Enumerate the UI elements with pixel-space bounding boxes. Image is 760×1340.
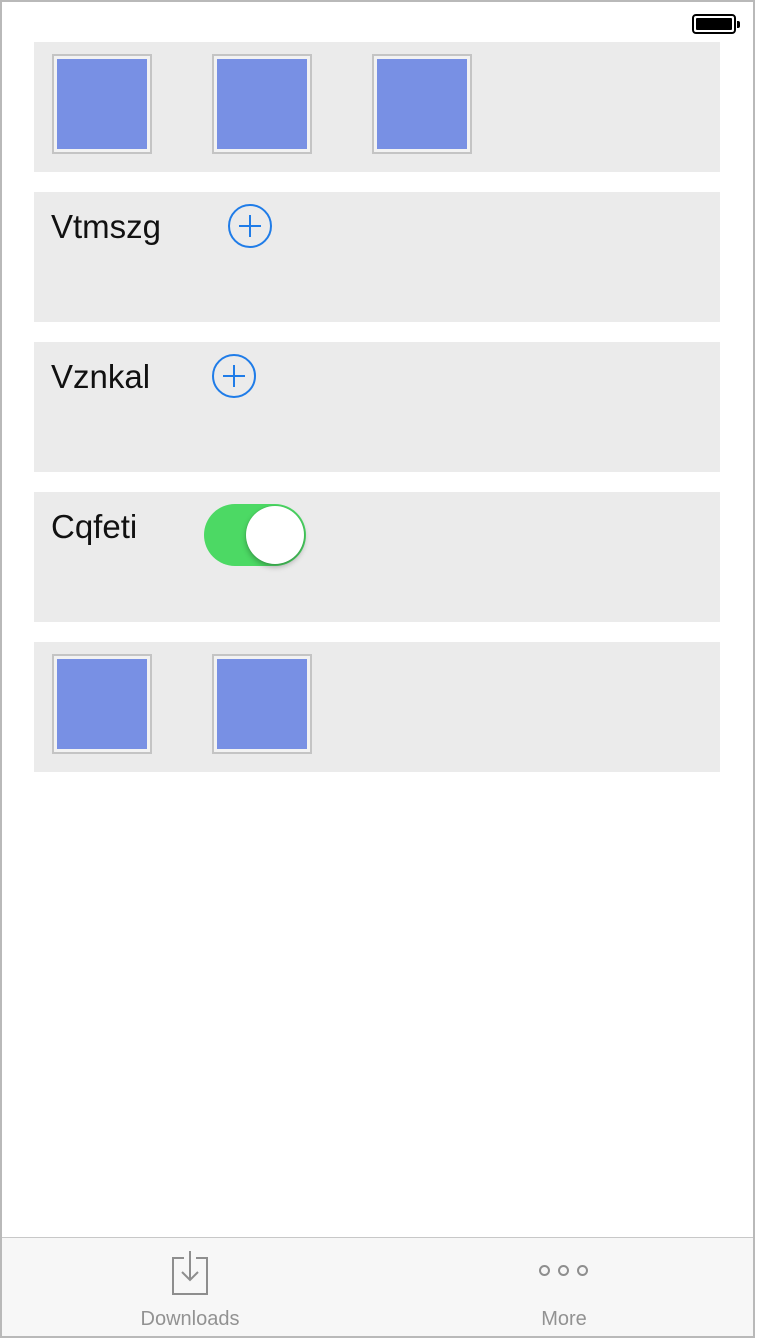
row-label: Cqfeti bbox=[51, 508, 138, 545]
more-icon bbox=[539, 1265, 589, 1277]
image-thumbnail[interactable] bbox=[52, 54, 152, 154]
image-placeholder bbox=[217, 59, 307, 149]
image-row-1 bbox=[34, 42, 720, 172]
cqfeti-toggle[interactable] bbox=[204, 504, 306, 566]
add-circle-icon[interactable] bbox=[212, 354, 256, 398]
battery-icon bbox=[692, 14, 740, 34]
row-vznkal: Vznkal bbox=[34, 342, 720, 472]
row-cqfeti: Cqfeti bbox=[34, 492, 720, 622]
app-screen: Vtmszg Vznkal Cqfeti Downloads More bbox=[0, 0, 755, 1338]
image-placeholder bbox=[57, 659, 147, 749]
toggle-knob bbox=[246, 506, 304, 564]
add-circle-icon[interactable] bbox=[228, 204, 272, 248]
tab-downloads[interactable]: Downloads bbox=[90, 1238, 290, 1336]
downloads-icon bbox=[172, 1251, 208, 1295]
image-placeholder bbox=[377, 59, 467, 149]
image-row-2 bbox=[34, 642, 720, 772]
tab-label: More bbox=[541, 1308, 587, 1330]
image-thumbnail[interactable] bbox=[212, 654, 312, 754]
image-placeholder bbox=[57, 59, 147, 149]
tab-more[interactable]: More bbox=[464, 1238, 664, 1336]
tab-label: Downloads bbox=[140, 1308, 240, 1330]
row-vtmszg: Vtmszg bbox=[34, 192, 720, 322]
image-thumbnail[interactable] bbox=[372, 54, 472, 154]
row-label: Vznkal bbox=[51, 358, 151, 395]
image-thumbnail[interactable] bbox=[52, 654, 152, 754]
image-thumbnail[interactable] bbox=[212, 54, 312, 154]
row-label: Vtmszg bbox=[51, 208, 162, 245]
tab-bar: Downloads More bbox=[2, 1237, 753, 1336]
image-placeholder bbox=[217, 659, 307, 749]
